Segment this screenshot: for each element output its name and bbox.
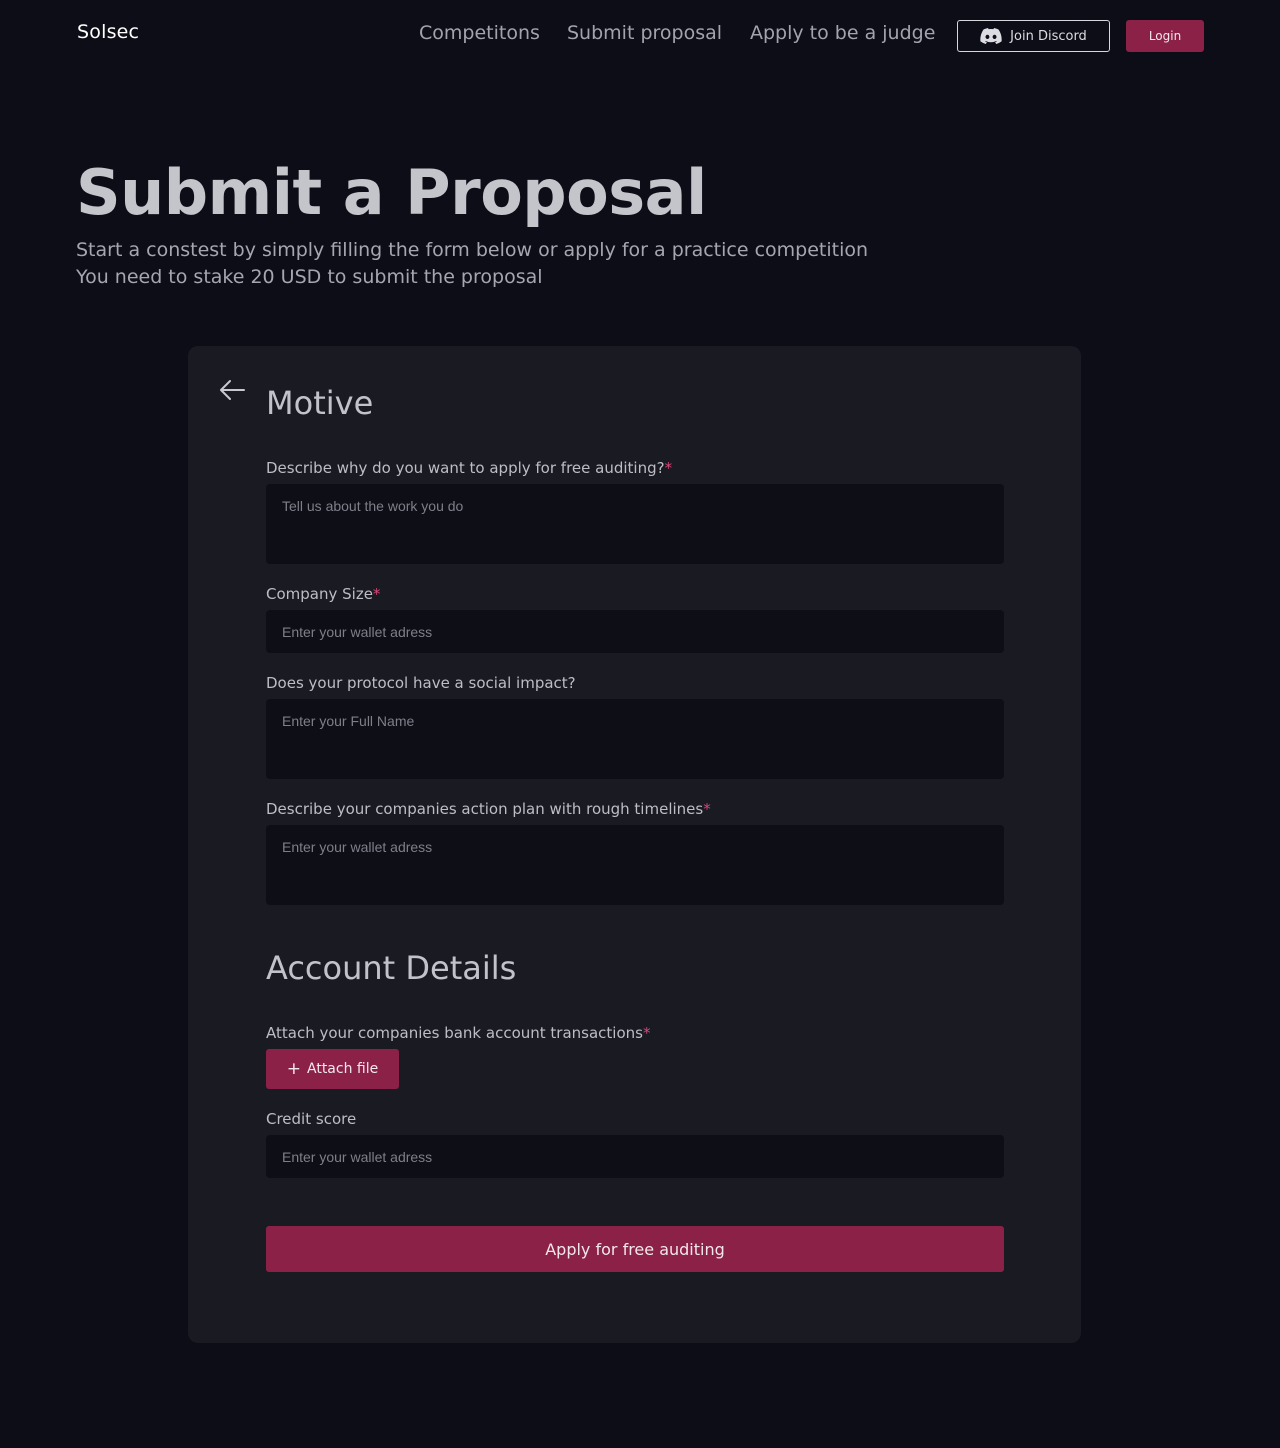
- action-plan-label: Describe your companies action plan with…: [266, 800, 711, 818]
- page-title: Submit a Proposal: [76, 156, 707, 229]
- company-size-label: Company Size*: [266, 585, 381, 603]
- login-button[interactable]: Login: [1126, 20, 1204, 52]
- page-subtitle: Start a constest by simply filling the f…: [76, 237, 868, 291]
- motive-why-label: Describe why do you want to apply for fr…: [266, 459, 673, 477]
- credit-score-label: Credit score: [266, 1110, 357, 1128]
- attach-file-label: Attach file: [307, 1061, 379, 1077]
- brand-logo[interactable]: Solsec: [77, 21, 139, 43]
- nav-competitions[interactable]: Competitons: [419, 22, 540, 44]
- proposal-form-card: Motive Describe why do you want to apply…: [188, 346, 1081, 1343]
- back-arrow-icon[interactable]: [218, 378, 246, 402]
- top-navbar: Solsec Competitons Submit proposal Apply…: [0, 0, 1280, 70]
- subtitle-line-2: You need to stake 20 USD to submit the p…: [76, 266, 543, 288]
- action-plan-textarea[interactable]: [266, 825, 1004, 905]
- nav-submit-proposal[interactable]: Submit proposal: [567, 22, 722, 44]
- plus-icon: +: [286, 1058, 301, 1079]
- discord-icon: [980, 28, 1002, 44]
- bank-transactions-label: Attach your companies bank account trans…: [266, 1024, 651, 1042]
- motive-why-textarea[interactable]: [266, 484, 1004, 564]
- apply-free-auditing-button[interactable]: Apply for free auditing: [266, 1226, 1004, 1272]
- nav-apply-judge[interactable]: Apply to be a judge: [750, 22, 935, 44]
- join-discord-label: Join Discord: [1010, 28, 1087, 44]
- social-impact-textarea[interactable]: [266, 699, 1004, 779]
- credit-score-input[interactable]: [266, 1135, 1004, 1178]
- subtitle-line-1: Start a constest by simply filling the f…: [76, 239, 869, 261]
- account-details-section-title: Account Details: [266, 949, 517, 987]
- attach-file-button[interactable]: + Attach file: [266, 1049, 399, 1089]
- motive-section-title: Motive: [266, 384, 374, 422]
- company-size-input[interactable]: [266, 610, 1004, 653]
- join-discord-button[interactable]: Join Discord: [957, 20, 1110, 52]
- social-impact-label: Does your protocol have a social impact?: [266, 674, 576, 692]
